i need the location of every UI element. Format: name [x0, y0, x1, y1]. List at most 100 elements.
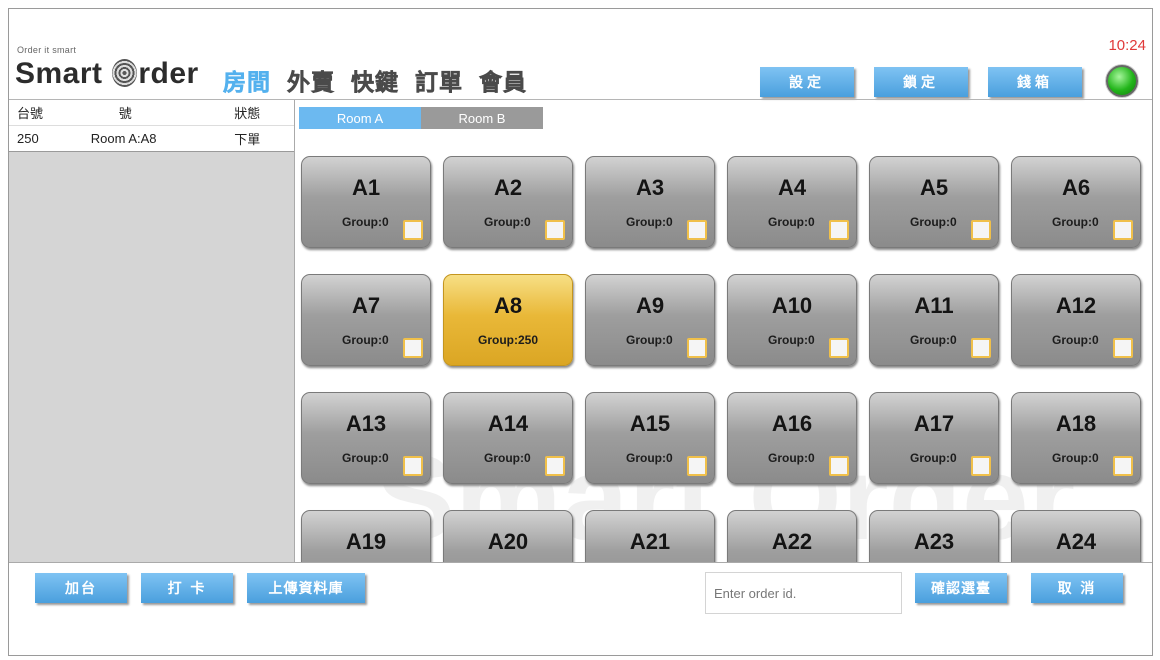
- clock-in-button[interactable]: 打 卡: [141, 573, 233, 603]
- room-checkbox-icon[interactable]: [971, 220, 991, 240]
- room-checkbox-icon[interactable]: [687, 456, 707, 476]
- room-name: A1: [351, 175, 381, 200]
- room-grid: A1 Group:0 A2 Group:0 A3 Group:0 A4 Group:0 A5 Gr…: [301, 156, 1141, 562]
- room-tile[interactable]: A14 Group:0: [443, 392, 573, 484]
- nav-orders[interactable]: 訂單: [413, 63, 465, 97]
- room-name: A3: [635, 175, 665, 200]
- room-tile[interactable]: A5 Group:0: [869, 156, 999, 248]
- room-tile[interactable]: A20: [443, 510, 573, 562]
- room-name: A16: [771, 411, 813, 436]
- room-name: A7: [351, 293, 381, 318]
- cancel-button[interactable]: 取 消: [1031, 573, 1123, 603]
- room-tile[interactable]: A15 Group:0: [585, 392, 715, 484]
- room-name: A20: [487, 529, 529, 554]
- tab-room-b[interactable]: Room B: [421, 107, 543, 129]
- room-name: A6: [1061, 175, 1091, 200]
- room-tabs: Room A Room B: [299, 107, 543, 129]
- row-status: 下單: [234, 132, 261, 147]
- room-checkbox-icon[interactable]: [829, 338, 849, 358]
- room-checkbox-icon[interactable]: [545, 456, 565, 476]
- nav-members[interactable]: 會員: [477, 63, 529, 97]
- room-tile[interactable]: A4 Group:0: [727, 156, 857, 248]
- room-checkbox-icon[interactable]: [971, 456, 991, 476]
- order-id-input[interactable]: [705, 572, 902, 614]
- room-group: Group:0: [1052, 333, 1099, 347]
- room-name: A2: [493, 175, 523, 200]
- room-checkbox-icon[interactable]: [829, 220, 849, 240]
- room-name: A17: [913, 411, 955, 436]
- cashbox-button[interactable]: 錢箱: [988, 67, 1082, 97]
- lock-button[interactable]: 鎖定: [874, 67, 968, 97]
- room-checkbox-icon[interactable]: [545, 220, 565, 240]
- logo-text-rder: rder: [138, 57, 199, 90]
- room-group: Group:0: [768, 333, 815, 347]
- room-checkbox-icon[interactable]: [403, 338, 423, 358]
- nav-takeaway[interactable]: 外賣: [285, 63, 337, 97]
- room-tile[interactable]: A18 Group:0: [1011, 392, 1141, 484]
- room-tile[interactable]: A21: [585, 510, 715, 562]
- room-group: Group:250: [477, 333, 538, 347]
- room-name: A21: [629, 529, 671, 554]
- room-group: Group:0: [910, 451, 957, 465]
- room-group: Group:0: [342, 333, 389, 347]
- room-checkbox-icon[interactable]: [687, 338, 707, 358]
- room-grid-area: Smart Order A1 Group:0 A2 Group:0 A3 Group:0 A…: [295, 129, 1152, 562]
- room-tile[interactable]: A3 Group:0: [585, 156, 715, 248]
- room-tile[interactable]: A2 Group:0: [443, 156, 573, 248]
- logo: Smart rder: [15, 57, 199, 91]
- room-tile[interactable]: A17 Group:0: [869, 392, 999, 484]
- room-tile[interactable]: A16 Group:0: [727, 392, 857, 484]
- room-checkbox-icon[interactable]: [1113, 220, 1133, 240]
- upload-database-button[interactable]: 上傳資料庫: [247, 573, 365, 603]
- room-tile[interactable]: A1 Group:0: [301, 156, 431, 248]
- settings-button[interactable]: 設定: [760, 67, 854, 97]
- room-tile[interactable]: A9 Group:0: [585, 274, 715, 366]
- room-tile[interactable]: A22: [727, 510, 857, 562]
- confirm-table-button[interactable]: 確認選臺: [915, 573, 1007, 603]
- room-name: A11: [914, 293, 954, 318]
- room-name: A4: [777, 175, 807, 200]
- room-tile[interactable]: A8 Group:250: [443, 274, 573, 366]
- nav-rooms[interactable]: 房間: [221, 63, 273, 97]
- room-checkbox-icon[interactable]: [829, 456, 849, 476]
- room-checkbox-icon[interactable]: [1113, 338, 1133, 358]
- room-name: A13: [345, 411, 387, 436]
- room-name: A14: [487, 411, 529, 436]
- room-name: A15: [629, 411, 671, 436]
- tagline: Order it smart: [17, 45, 77, 55]
- room-checkbox-icon[interactable]: [403, 456, 423, 476]
- room-checkbox-icon[interactable]: [1113, 456, 1133, 476]
- room-tile[interactable]: A13 Group:0: [301, 392, 431, 484]
- room-name: A19: [345, 529, 387, 554]
- order-list-header: 台號 號 狀態: [9, 100, 294, 126]
- room-tile[interactable]: A6 Group:0: [1011, 156, 1141, 248]
- tab-room-a[interactable]: Room A: [299, 107, 421, 129]
- room-tile[interactable]: A10 Group:0: [727, 274, 857, 366]
- room-group: Group:0: [626, 333, 673, 347]
- room-group: Group:0: [1052, 215, 1099, 229]
- room-name: A18: [1055, 411, 1097, 436]
- room-name: A23: [913, 529, 955, 554]
- clock: 10:24: [1108, 37, 1146, 54]
- room-group: Group:0: [768, 215, 815, 229]
- room-tile[interactable]: A19: [301, 510, 431, 562]
- room-name: A10: [771, 293, 813, 318]
- room-tile[interactable]: A11 Group:0: [869, 274, 999, 366]
- order-list-row[interactable]: 250 Room A:A8 下單: [9, 126, 294, 152]
- room-group: Group:0: [484, 215, 531, 229]
- room-tile[interactable]: A24: [1011, 510, 1141, 562]
- app-window: 10:24 Order it smart Smart rder 房間 外賣 快鍵…: [8, 8, 1153, 656]
- add-table-button[interactable]: 加台: [35, 573, 127, 603]
- room-tile[interactable]: A7 Group:0: [301, 274, 431, 366]
- room-tile[interactable]: A23: [869, 510, 999, 562]
- row-table-no: 250: [17, 131, 39, 146]
- room-checkbox-icon[interactable]: [403, 220, 423, 240]
- nav-hotkeys[interactable]: 快鍵: [349, 63, 401, 97]
- room-checkbox-icon[interactable]: [687, 220, 707, 240]
- header-status: 狀態: [234, 106, 261, 121]
- top-toolbar: 設定 鎖定 錢箱: [760, 67, 1082, 97]
- room-name: A24: [1055, 529, 1097, 554]
- room-checkbox-icon[interactable]: [971, 338, 991, 358]
- status-light-icon[interactable]: [1106, 65, 1138, 97]
- room-tile[interactable]: A12 Group:0: [1011, 274, 1141, 366]
